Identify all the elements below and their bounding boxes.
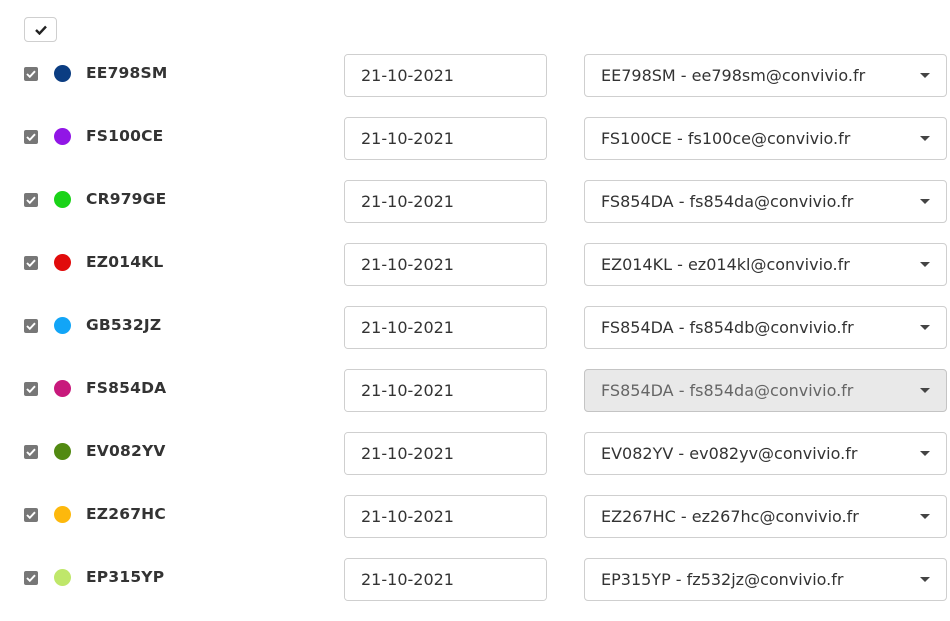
recipient-value: EV082YV - ev082yv@convivio.fr xyxy=(601,444,858,463)
vehicle-code: EP315YP xyxy=(86,568,165,586)
vehicle-code: CR979GE xyxy=(86,190,167,208)
check-icon xyxy=(26,70,36,78)
color-dot xyxy=(54,65,71,82)
date-picker xyxy=(344,117,547,160)
recipient-select[interactable]: EP315YP - fz532jz@convivio.fr xyxy=(584,558,947,601)
vehicle-row: EV082YV EV082YV - ev082yv@convivio.fr xyxy=(0,432,950,495)
check-icon xyxy=(26,574,36,582)
recipient-value: FS854DA - fs854da@convivio.fr xyxy=(601,192,854,211)
caret-down-icon xyxy=(920,325,930,330)
row-checkbox[interactable] xyxy=(24,256,38,270)
vehicle-code: FS100CE xyxy=(86,127,164,145)
row-checkbox[interactable] xyxy=(24,193,38,207)
date-input[interactable] xyxy=(345,433,546,474)
date-picker xyxy=(344,243,547,286)
color-dot xyxy=(54,443,71,460)
caret-down-icon xyxy=(920,451,930,456)
color-dot xyxy=(54,191,71,208)
date-picker xyxy=(344,180,547,223)
select-all-button[interactable] xyxy=(24,17,57,42)
vehicle-code: EE798SM xyxy=(86,64,168,82)
vehicle-code: EZ267HC xyxy=(86,505,166,523)
color-dot xyxy=(54,254,71,271)
date-input[interactable] xyxy=(345,55,546,96)
color-dot xyxy=(54,317,71,334)
date-input[interactable] xyxy=(345,559,546,600)
row-checkbox[interactable] xyxy=(24,67,38,81)
recipient-select[interactable]: FS854DA - fs854da@convivio.fr xyxy=(584,369,947,412)
recipient-value: EZ267HC - ez267hc@convivio.fr xyxy=(601,507,859,526)
color-dot xyxy=(54,128,71,145)
date-input[interactable] xyxy=(345,496,546,537)
recipient-select[interactable]: EE798SM - ee798sm@convivio.fr xyxy=(584,54,947,97)
row-checkbox[interactable] xyxy=(24,508,38,522)
vehicle-row: EZ014KL EZ014KL - ez014kl@convivio.fr xyxy=(0,243,950,306)
color-dot xyxy=(54,380,71,397)
check-icon xyxy=(26,385,36,393)
check-icon xyxy=(26,511,36,519)
caret-down-icon xyxy=(920,136,930,141)
caret-down-icon xyxy=(920,388,930,393)
check-icon xyxy=(26,448,36,456)
recipient-value: FS100CE - fs100ce@convivio.fr xyxy=(601,129,851,148)
vehicle-code: GB532JZ xyxy=(86,316,162,334)
caret-down-icon xyxy=(920,577,930,582)
vehicle-code: FS854DA xyxy=(86,379,167,397)
color-dot xyxy=(54,569,71,586)
recipient-select[interactable]: FS100CE - fs100ce@convivio.fr xyxy=(584,117,947,160)
date-picker xyxy=(344,558,547,601)
caret-down-icon xyxy=(920,514,930,519)
recipient-value: FS854DA - fs854da@convivio.fr xyxy=(601,381,854,400)
row-checkbox[interactable] xyxy=(24,319,38,333)
date-input[interactable] xyxy=(345,244,546,285)
recipient-value: EE798SM - ee798sm@convivio.fr xyxy=(601,66,866,85)
row-checkbox[interactable] xyxy=(24,445,38,459)
vehicle-row: EP315YP EP315YP - fz532jz@convivio.fr xyxy=(0,558,950,621)
date-input[interactable] xyxy=(345,118,546,159)
recipient-select[interactable]: FS854DA - fs854da@convivio.fr xyxy=(584,180,947,223)
row-checkbox[interactable] xyxy=(24,382,38,396)
vehicle-row: FS100CE FS100CE - fs100ce@convivio.fr xyxy=(0,117,950,180)
vehicle-code: EV082YV xyxy=(86,442,166,460)
date-picker xyxy=(344,369,547,412)
caret-down-icon xyxy=(920,199,930,204)
recipient-select[interactable]: FS854DA - fs854db@convivio.fr xyxy=(584,306,947,349)
date-picker xyxy=(344,306,547,349)
recipient-select[interactable]: EZ267HC - ez267hc@convivio.fr xyxy=(584,495,947,538)
recipient-select[interactable]: EZ014KL - ez014kl@convivio.fr xyxy=(584,243,947,286)
color-dot xyxy=(54,506,71,523)
caret-down-icon xyxy=(920,73,930,78)
date-input[interactable] xyxy=(345,370,546,411)
row-checkbox[interactable] xyxy=(24,130,38,144)
date-picker xyxy=(344,54,547,97)
check-icon xyxy=(26,196,36,204)
recipient-value: EZ014KL - ez014kl@convivio.fr xyxy=(601,255,850,274)
vehicle-list: EE798SM EE798SM - ee798sm@convivio.fr xyxy=(0,54,950,621)
check-icon xyxy=(26,322,36,330)
vehicle-row: EE798SM EE798SM - ee798sm@convivio.fr xyxy=(0,54,950,117)
caret-down-icon xyxy=(920,262,930,267)
vehicle-code: EZ014KL xyxy=(86,253,164,271)
recipient-value: FS854DA - fs854db@convivio.fr xyxy=(601,318,854,337)
date-input[interactable] xyxy=(345,181,546,222)
recipient-value: EP315YP - fz532jz@convivio.fr xyxy=(601,570,844,589)
date-picker xyxy=(344,495,547,538)
date-input[interactable] xyxy=(345,307,546,348)
vehicle-row: GB532JZ FS854DA - fs854db@convivio.fr xyxy=(0,306,950,369)
check-icon xyxy=(34,25,47,35)
recipient-select[interactable]: EV082YV - ev082yv@convivio.fr xyxy=(584,432,947,475)
vehicle-row: FS854DA FS854DA - fs854da@convivio.fr xyxy=(0,369,950,432)
check-icon xyxy=(26,133,36,141)
vehicle-row: EZ267HC EZ267HC - ez267hc@convivio.fr xyxy=(0,495,950,558)
vehicle-row: CR979GE FS854DA - fs854da@convivio.fr xyxy=(0,180,950,243)
check-icon xyxy=(26,259,36,267)
row-checkbox[interactable] xyxy=(24,571,38,585)
date-picker xyxy=(344,432,547,475)
